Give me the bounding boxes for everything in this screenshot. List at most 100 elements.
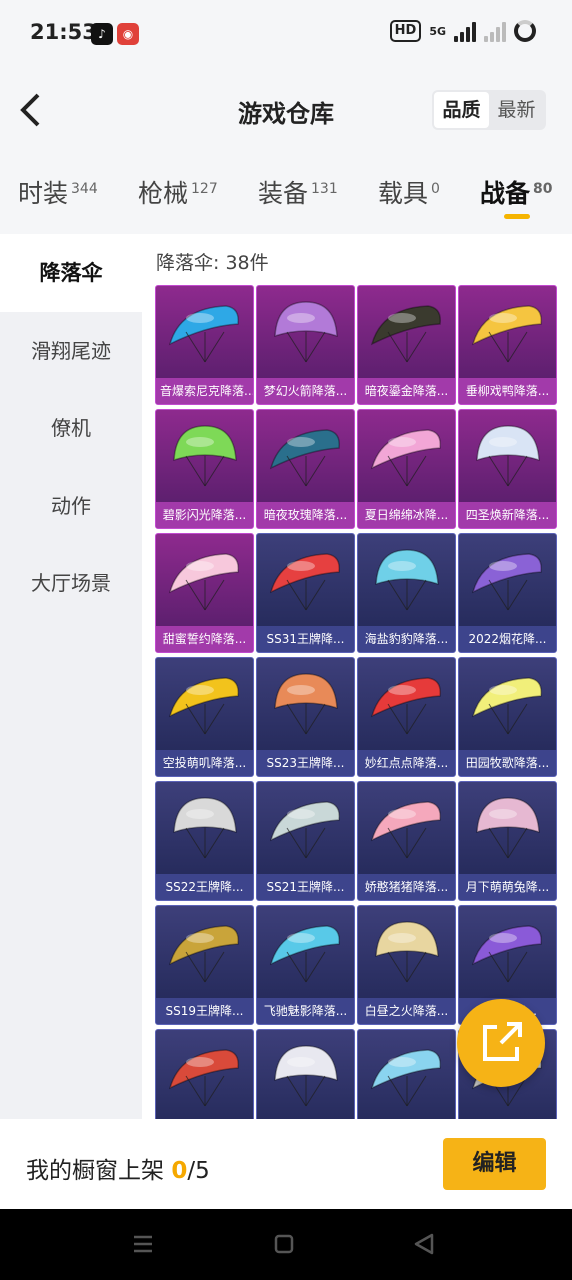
tab-equipment[interactable]: 装备 131 bbox=[258, 174, 338, 210]
parachute-icon bbox=[375, 549, 439, 611]
parachute-item-label: 暗夜玫瑰降落... bbox=[257, 502, 354, 528]
parachute-item-label: SS22王牌降... bbox=[156, 874, 253, 900]
tab-active-indicator bbox=[504, 214, 530, 219]
parachute-item-label: 夏日绵绵冰降... bbox=[358, 502, 455, 528]
parachute-icon bbox=[471, 677, 542, 735]
parachute-item-card[interactable]: 妙红点点降落... bbox=[357, 657, 456, 777]
tab-count: 127 bbox=[191, 180, 218, 197]
signal-icon bbox=[454, 20, 476, 42]
tab-weapons[interactable]: 枪械 127 bbox=[138, 174, 218, 210]
item-list-panel: 降落伞: 38件 音爆索尼克降落... 梦幻火箭降落... 暗夜鎏金降落... 垂柳戏… bbox=[142, 234, 572, 1119]
parachute-item-label: SS21王牌降... bbox=[257, 874, 354, 900]
parachute-item-card[interactable]: SS31王牌降... bbox=[256, 533, 355, 653]
showcase-current: 0 bbox=[171, 1158, 188, 1184]
sort-toggle[interactable]: 品质 最新 bbox=[432, 90, 546, 130]
parachute-item-label: SS31王牌降... bbox=[257, 626, 354, 652]
status-time: 21:53 bbox=[30, 20, 97, 44]
parachute-item-label: 田园牧歌降落... bbox=[459, 750, 556, 776]
menu-icon[interactable] bbox=[134, 1235, 152, 1253]
parachute-item-card[interactable]: SS22王牌降... bbox=[155, 781, 254, 901]
battery-icon bbox=[514, 20, 536, 42]
parachute-item-card[interactable]: 白昼之火降落... bbox=[357, 905, 456, 1025]
bottom-bar: 我的橱窗上架 0/5 编辑 bbox=[0, 1119, 572, 1209]
network-label: 5G bbox=[429, 24, 446, 38]
home-square-icon[interactable] bbox=[274, 1234, 294, 1254]
sort-latest-option[interactable]: 最新 bbox=[489, 92, 544, 128]
tab-count: 344 bbox=[71, 180, 98, 197]
share-external-icon bbox=[483, 1022, 522, 1061]
tab-fashion[interactable]: 时装 344 bbox=[18, 174, 98, 210]
parachute-item-card[interactable]: 月下萌萌兔降... bbox=[458, 781, 557, 901]
parachute-icon bbox=[168, 677, 239, 735]
tiktok-app-icon: ♪ bbox=[91, 23, 113, 45]
parachute-item-label: 音爆索尼克降落... bbox=[156, 378, 253, 404]
edit-button[interactable]: 编辑 bbox=[443, 1138, 546, 1190]
parachute-item-card[interactable]: SS19王牌降... bbox=[155, 905, 254, 1025]
parachute-item-label: 飞驰魅影降落... bbox=[257, 998, 354, 1024]
parachute-item-card[interactable]: 梦幻火箭降落... bbox=[256, 285, 355, 405]
parachute-item-card[interactable]: 2022烟花降... bbox=[458, 533, 557, 653]
parachute-icon bbox=[274, 1045, 338, 1107]
parachute-item-card[interactable]: 田园牧歌降落... bbox=[458, 657, 557, 777]
parachute-item-card[interactable]: 夏日绵绵冰降... bbox=[357, 409, 456, 529]
parachute-item-card[interactable]: SS23王牌降... bbox=[256, 657, 355, 777]
parachute-item-label: 碧影闪光降落... bbox=[156, 502, 253, 528]
parachute-icon bbox=[274, 301, 338, 363]
tab-battle-prep[interactable]: 战备 80 bbox=[480, 174, 553, 219]
parachute-item-card[interactable]: 甜蜜誓约降落... bbox=[155, 533, 254, 653]
tab-label: 枪械 bbox=[138, 179, 189, 208]
parachute-item-card[interactable]: 碧影闪光降落... bbox=[155, 409, 254, 529]
sidebar: 降落伞 滑翔尾迹 僚机 动作 大厅场景 bbox=[0, 234, 142, 1119]
sidebar-item-glide-trail[interactable]: 滑翔尾迹 bbox=[0, 312, 142, 390]
parachute-item-label: 甜蜜誓约降落... bbox=[156, 626, 253, 652]
sort-quality-option[interactable]: 品质 bbox=[434, 92, 489, 128]
notification-app-icon: ◉ bbox=[117, 23, 139, 45]
share-button[interactable] bbox=[457, 999, 545, 1087]
parachute-item-label: 梦幻火箭降落... bbox=[257, 378, 354, 404]
parachute-icon bbox=[269, 925, 340, 983]
parachute-item-card[interactable]: 暗夜玫瑰降落... bbox=[256, 409, 355, 529]
sidebar-item-lobby-scene[interactable]: 大厅场景 bbox=[0, 544, 142, 622]
parachute-item-card[interactable]: 四圣焕新降落... bbox=[458, 409, 557, 529]
showcase-label: 我的橱窗上架 bbox=[26, 1158, 164, 1184]
parachute-icon bbox=[476, 797, 540, 859]
parachute-item-card[interactable]: 空投萌叽降落... bbox=[155, 657, 254, 777]
tab-label: 装备 bbox=[258, 179, 309, 208]
status-bar: 21:53 ♪ ◉ HD 5G bbox=[0, 0, 572, 68]
parachute-icon bbox=[269, 429, 340, 487]
parachute-item-card[interactable]: 暗夜鎏金降落... bbox=[357, 285, 456, 405]
parachute-icon bbox=[471, 305, 542, 363]
tab-count: 80 bbox=[533, 180, 553, 197]
parachute-item-card[interactable]: 娇憨猪猪降落... bbox=[357, 781, 456, 901]
parachute-item-card[interactable] bbox=[256, 1029, 355, 1119]
parachute-icon bbox=[269, 801, 340, 859]
parachute-icon bbox=[173, 797, 237, 859]
showcase-status: 我的橱窗上架 0/5 bbox=[26, 1151, 210, 1185]
parachute-icon bbox=[168, 1049, 239, 1107]
back-triangle-icon[interactable] bbox=[414, 1233, 434, 1255]
sidebar-item-wingman[interactable]: 僚机 bbox=[0, 389, 142, 467]
parachute-item-card[interactable]: 垂柳戏鸭降落... bbox=[458, 285, 557, 405]
parachute-item-card[interactable]: SS21王牌降... bbox=[256, 781, 355, 901]
parachute-icon bbox=[168, 305, 239, 363]
showcase-total: /5 bbox=[187, 1158, 210, 1184]
tab-count: 131 bbox=[311, 180, 338, 197]
parachute-icon bbox=[471, 925, 542, 983]
tab-label: 时装 bbox=[18, 179, 69, 208]
parachute-item-card[interactable]: 海盐豹豹降落... bbox=[357, 533, 456, 653]
system-nav-bar bbox=[0, 1209, 572, 1280]
parachute-item-label: 月下萌萌兔降... bbox=[459, 874, 556, 900]
parachute-icon bbox=[370, 801, 441, 859]
tab-vehicles[interactable]: 载具 0 bbox=[378, 174, 440, 210]
parachute-icon bbox=[476, 425, 540, 487]
parachute-item-card[interactable] bbox=[155, 1029, 254, 1119]
tab-count: 0 bbox=[431, 180, 440, 197]
sidebar-item-parachute[interactable]: 降落伞 bbox=[0, 234, 142, 312]
parachute-item-label: 空投萌叽降落... bbox=[156, 750, 253, 776]
parachute-item-card[interactable] bbox=[357, 1029, 456, 1119]
item-count: 降落伞: 38件 bbox=[156, 252, 269, 274]
sidebar-item-action[interactable]: 动作 bbox=[0, 467, 142, 545]
status-icons: HD 5G bbox=[389, 20, 536, 42]
parachute-item-card[interactable]: 飞驰魅影降落... bbox=[256, 905, 355, 1025]
parachute-item-card[interactable]: 音爆索尼克降落... bbox=[155, 285, 254, 405]
